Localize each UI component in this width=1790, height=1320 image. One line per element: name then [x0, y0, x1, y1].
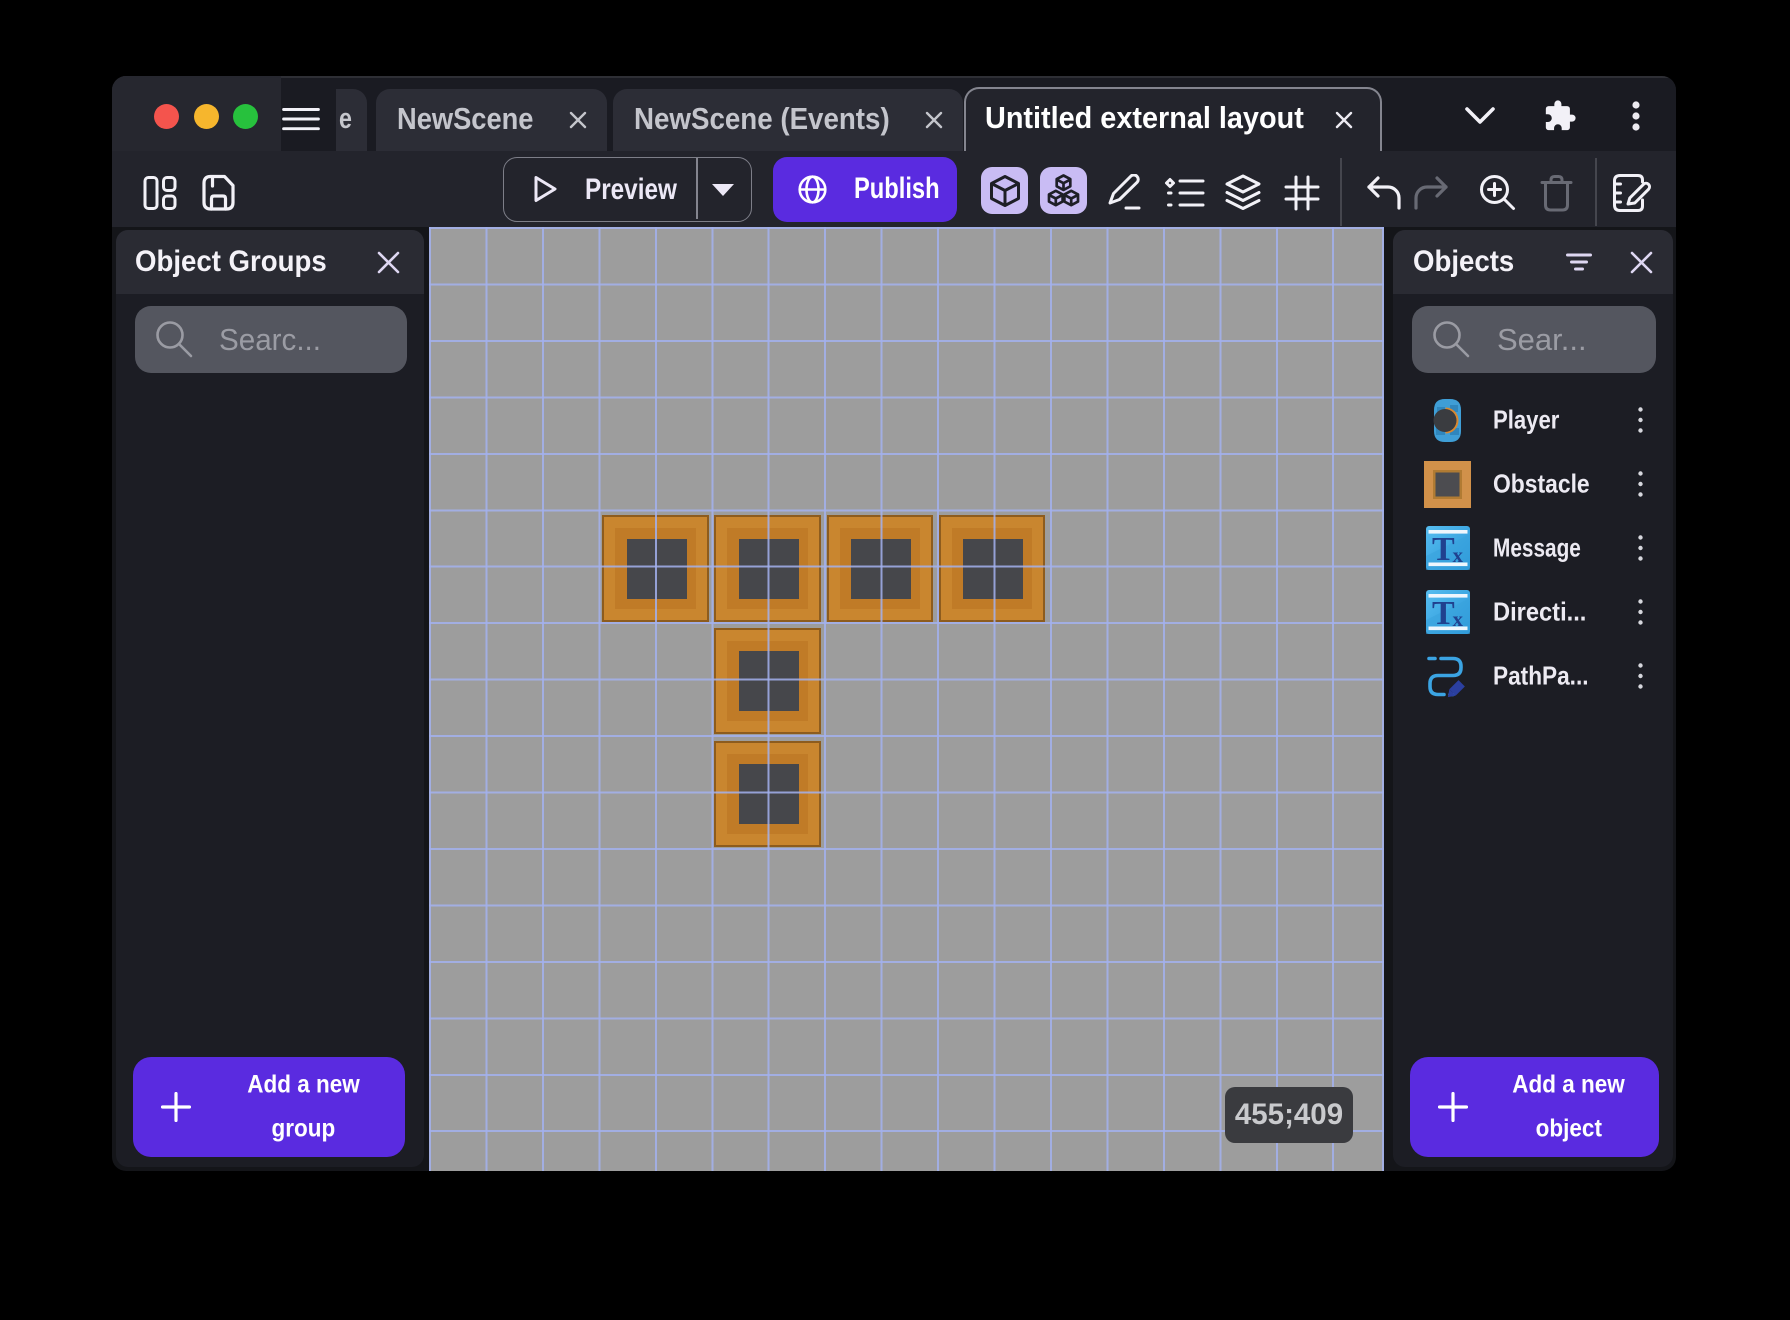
svg-text:x: x [1453, 607, 1464, 631]
svg-text:x: x [1453, 543, 1464, 567]
